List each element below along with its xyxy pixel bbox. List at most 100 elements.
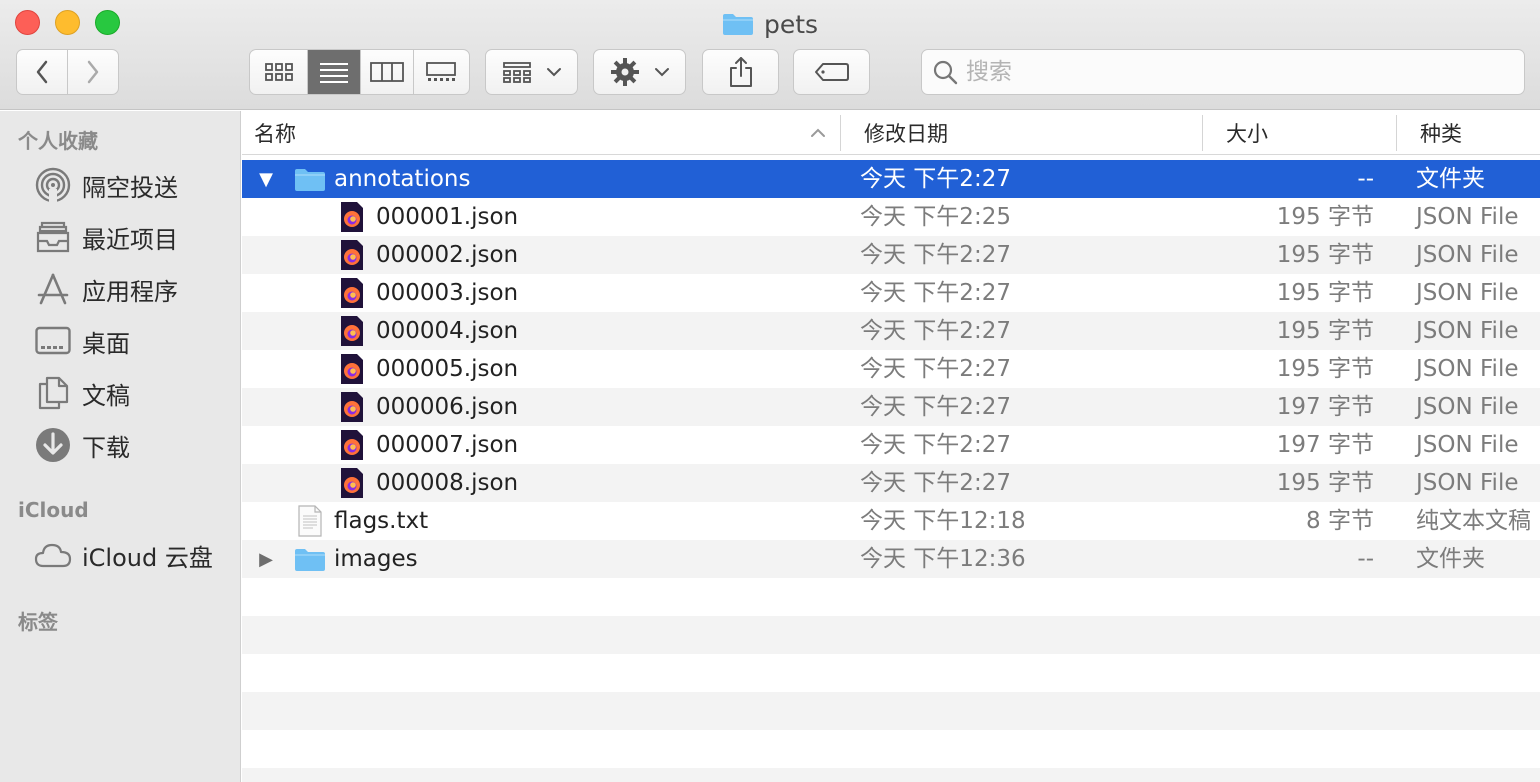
column-view-button[interactable] [361, 50, 414, 94]
sidebar-item-applications[interactable]: 应用程序 [34, 269, 178, 309]
column-divider[interactable] [840, 115, 841, 151]
empty-row [242, 730, 1540, 768]
column-header-label: 种类 [1420, 122, 1462, 146]
search-input[interactable] [966, 59, 1506, 85]
file-kind: JSON File [1416, 394, 1519, 420]
file-size: 197 字节 [1276, 432, 1374, 458]
chevron-right-icon [87, 60, 98, 84]
table-row[interactable]: ▶ images 今天 下午12:36 -- 文件夹 [242, 540, 1540, 578]
modified-date: 今天 下午12:18 [860, 508, 1026, 534]
columns-icon [369, 62, 404, 82]
column-header-name[interactable]: 名称 [242, 111, 840, 155]
modified-date: 今天 下午2:27 [860, 470, 1011, 496]
file-kind: JSON File [1416, 242, 1519, 268]
json-file-icon [336, 467, 368, 499]
file-kind: 文件夹 [1416, 546, 1485, 572]
column-header-label: 名称 [254, 122, 296, 146]
chevron-down-icon [546, 68, 561, 77]
sidebar-item-downloads[interactable]: 下载 [34, 425, 130, 465]
sidebar-item-documents[interactable]: 文稿 [34, 373, 130, 413]
file-kind: JSON File [1416, 204, 1519, 230]
view-mode-control [249, 49, 470, 95]
downloads-icon [34, 426, 72, 464]
file-kind: JSON File [1416, 280, 1519, 306]
list-view-button[interactable] [308, 50, 361, 94]
table-row[interactable]: 000006.json 今天 下午2:27 197 字节 JSON File [242, 388, 1540, 426]
action-menu-button[interactable] [593, 49, 686, 95]
back-button[interactable] [17, 50, 68, 94]
file-size: 195 字节 [1276, 242, 1374, 268]
file-name: 000008.json [376, 470, 519, 496]
table-row[interactable]: 000003.json 今天 下午2:27 195 字节 JSON File [242, 274, 1540, 312]
disclosure-expanded-icon[interactable]: ▼ [256, 160, 276, 198]
forward-button[interactable] [68, 50, 119, 94]
file-kind: JSON File [1416, 432, 1519, 458]
disclosure-collapsed-icon[interactable]: ▶ [256, 540, 276, 578]
column-header-label: 修改日期 [864, 122, 948, 146]
sidebar-item-desktop[interactable]: 桌面 [34, 321, 130, 361]
sidebar: 个人收藏 隔空投送 最近项目 应用程序 桌面 文稿 下载 iCloud iClo… [0, 111, 241, 782]
empty-row [242, 654, 1540, 692]
sidebar-item-label: iCloud 云盘 [82, 543, 213, 572]
empty-row [242, 578, 1540, 616]
sidebar-item-label: 最近项目 [82, 225, 178, 254]
table-row[interactable]: 000004.json 今天 下午2:27 195 字节 JSON File [242, 312, 1540, 350]
group-icon [502, 62, 531, 83]
list-column-header: 名称 修改日期 大小 种类 [242, 111, 1540, 155]
share-button[interactable] [702, 49, 779, 95]
column-header-kind[interactable]: 种类 [1408, 111, 1540, 155]
tag-icon [814, 63, 849, 81]
file-size: 195 字节 [1276, 318, 1374, 344]
empty-row [242, 768, 1540, 782]
sidebar-item-airdrop[interactable]: 隔空投送 [34, 165, 178, 205]
grid-icon [264, 63, 293, 81]
file-kind: JSON File [1416, 356, 1519, 382]
recents-icon [34, 218, 72, 256]
json-file-icon [336, 239, 368, 271]
file-size: 195 字节 [1276, 280, 1374, 306]
column-header-size[interactable]: 大小 [1214, 111, 1396, 155]
file-name: flags.txt [334, 508, 429, 534]
navigation-buttons [16, 49, 119, 95]
column-divider[interactable] [1202, 115, 1203, 151]
sidebar-item-icloud-drive[interactable]: iCloud 云盘 [34, 535, 213, 575]
table-row[interactable]: 000002.json 今天 下午2:27 195 字节 JSON File [242, 236, 1540, 274]
gear-icon [610, 58, 639, 86]
empty-row [242, 616, 1540, 654]
column-divider[interactable] [1396, 115, 1397, 151]
json-file-icon [336, 201, 368, 233]
file-name: annotations [334, 166, 471, 192]
table-row[interactable]: flags.txt 今天 下午12:18 8 字节 纯文本文稿 [242, 502, 1540, 540]
applications-icon [34, 270, 72, 308]
window-toolbar: pets [0, 0, 1540, 110]
table-row[interactable]: 000001.json 今天 下午2:25 195 字节 JSON File [242, 198, 1540, 236]
file-name: 000006.json [376, 394, 519, 420]
gallery-view-button[interactable] [414, 50, 469, 94]
icon-view-button[interactable] [250, 50, 309, 94]
json-file-icon [336, 315, 368, 347]
table-row[interactable]: 000007.json 今天 下午2:27 197 字节 JSON File [242, 426, 1540, 464]
tag-button[interactable] [793, 49, 870, 95]
search-icon [933, 60, 958, 85]
table-row[interactable]: ▼ annotations 今天 下午2:27 -- 文件夹 [242, 160, 1540, 198]
empty-row [242, 692, 1540, 730]
sidebar-item-recents[interactable]: 最近项目 [34, 217, 178, 257]
group-by-button[interactable] [485, 49, 578, 95]
file-size: 8 字节 [1306, 508, 1374, 534]
modified-date: 今天 下午2:27 [860, 432, 1011, 458]
list-icon [320, 63, 349, 83]
file-list: ▼ annotations 今天 下午2:27 -- 文件夹 000001.js… [242, 158, 1540, 782]
search-field[interactable] [921, 49, 1525, 95]
json-file-icon [336, 353, 368, 385]
modified-date: 今天 下午2:27 [860, 356, 1011, 382]
column-header-date[interactable]: 修改日期 [852, 111, 1202, 155]
sidebar-item-label: 桌面 [82, 329, 130, 358]
table-row[interactable]: 000005.json 今天 下午2:27 195 字节 JSON File [242, 350, 1540, 388]
file-name: 000005.json [376, 356, 519, 382]
table-row[interactable]: 000008.json 今天 下午2:27 195 字节 JSON File [242, 464, 1540, 502]
gallery-icon [426, 62, 457, 81]
window-title-bar: pets [0, 8, 1540, 40]
json-file-icon [336, 429, 368, 461]
file-size: 195 字节 [1276, 356, 1374, 382]
file-size: 195 字节 [1276, 204, 1374, 230]
